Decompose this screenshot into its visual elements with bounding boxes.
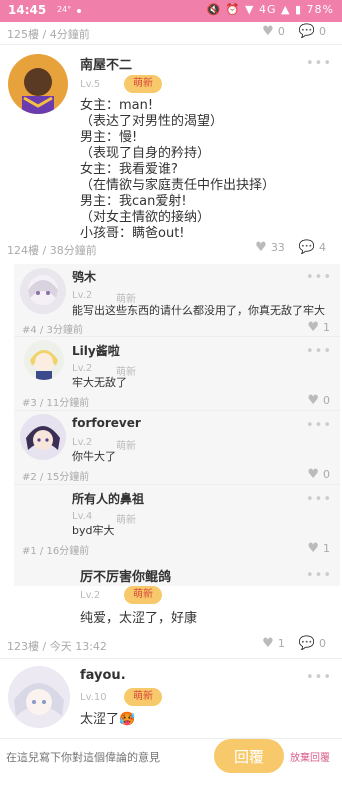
more-options-icon[interactable]: ••• — [306, 56, 332, 71]
post-123-actions: ♥ 1 💬 0 — [262, 636, 326, 651]
comment-input[interactable] — [6, 743, 206, 771]
status-bar: 14:45 24° 🔇 ⏰ ▼ 4G ▲ ▮ 78% — [0, 0, 342, 22]
avatar[interactable] — [24, 340, 64, 380]
divider — [14, 336, 340, 337]
divider — [14, 410, 340, 411]
like-count: 1 — [323, 321, 330, 334]
reply-count: 0 — [319, 25, 326, 38]
reply-icon[interactable]: 💬 — [299, 24, 315, 39]
username[interactable]: 南屋不二 — [80, 54, 132, 73]
post-line: 女主：我看爱谁? — [80, 162, 178, 177]
reply-button[interactable]: 回覆 — [214, 739, 284, 773]
like-count: 1 — [277, 637, 285, 650]
status-tiny-text: 24° — [57, 5, 72, 14]
like-icon[interactable]: ♥ — [262, 24, 274, 39]
divider — [14, 484, 340, 485]
avatar[interactable] — [20, 268, 66, 314]
reply-meta: #2 / 15分鐘前 — [22, 472, 90, 483]
reply-actions: ♥ 0 — [307, 467, 330, 482]
like-icon[interactable]: ♥ — [262, 636, 274, 651]
reply-bar: 回覆 放棄回覆 — [0, 738, 342, 800]
post-125-meta: 125樓 / 4分鐘前 — [7, 28, 90, 41]
post-line: 男主：我can爱射! — [80, 194, 187, 209]
reply-icon[interactable]: 💬 — [299, 636, 315, 651]
user-level: Lv.2 — [72, 363, 93, 374]
more-options-icon[interactable]: ••• — [306, 418, 332, 433]
reply-meta: #4 / 3分鐘前 — [22, 325, 83, 336]
post-line: 男主：慢! — [80, 130, 138, 145]
avatar[interactable] — [8, 54, 68, 114]
user-level: Lv.10 — [80, 692, 107, 703]
notification-dot-icon — [77, 9, 81, 13]
reply-count: 4 — [319, 241, 326, 254]
divider — [0, 658, 342, 659]
user-level: Lv.2 — [72, 437, 93, 448]
newbie-badge: 萌新 — [116, 515, 136, 526]
reply-text: byd牢大 — [72, 524, 115, 537]
user-level: Lv.4 — [72, 511, 93, 522]
user-level: Lv.5 — [80, 79, 101, 90]
like-icon[interactable]: ♥ — [307, 320, 319, 335]
post-body: 纯爱，太涩了，好康 — [80, 611, 198, 626]
username[interactable]: Lily酱啦 — [72, 342, 120, 359]
reply-actions: ♥ 1 — [307, 320, 330, 335]
like-icon[interactable]: ♥ — [307, 467, 319, 482]
reply-count: 0 — [319, 637, 326, 650]
status-time: 14:45 — [8, 3, 47, 17]
post-line: （表现了自身的矜持） — [80, 146, 211, 161]
reply-actions: ♥ 1 — [307, 541, 330, 556]
post-body: 太涩了🥵 — [80, 712, 136, 727]
reply-text: 你牛大了 — [72, 450, 116, 463]
post-123-meta: 123樓 / 今天 13:42 — [7, 640, 107, 653]
user-level: Lv.2 — [72, 290, 93, 301]
post-line: （表达了对男性的渴望） — [80, 114, 224, 129]
post-124-meta: 124樓 / 38分鐘前 — [7, 244, 97, 257]
reply-actions: ♥ 0 — [307, 393, 330, 408]
username[interactable]: forforever — [72, 416, 141, 430]
more-options-icon[interactable]: ••• — [306, 344, 332, 359]
like-count: 0 — [323, 468, 330, 481]
username[interactable]: 所有人的鼻祖 — [72, 490, 144, 507]
reply-meta: #3 / 11分鐘前 — [22, 398, 90, 409]
like-count: 1 — [323, 542, 330, 555]
like-count: 0 — [277, 25, 285, 38]
newbie-badge: 萌新 — [124, 75, 162, 93]
newbie-badge: 萌新 — [116, 441, 136, 452]
username[interactable]: 鸮木 — [72, 268, 96, 285]
username[interactable]: 厉不厉害你鲲鸽 — [80, 566, 171, 585]
divider — [0, 44, 342, 45]
post-line: （在情欲与家庭责任中作出抉择） — [80, 178, 276, 193]
discard-reply-link[interactable]: 放棄回覆 — [290, 749, 330, 764]
reply-text: 牢大无敌了 — [72, 376, 127, 389]
like-icon[interactable]: ♥ — [307, 541, 319, 556]
like-count: 33 — [270, 241, 285, 254]
newbie-badge: 萌新 — [124, 688, 162, 706]
like-icon[interactable]: ♥ — [255, 240, 267, 255]
reply-meta: #1 / 16分鐘前 — [22, 546, 90, 557]
comment-list[interactable]: 125樓 / 4分鐘前 ♥ 0 💬 0 南屋不二 ••• Lv.5 萌新 女主：… — [0, 22, 342, 738]
user-level: Lv.2 — [80, 590, 101, 601]
like-icon[interactable]: ♥ — [307, 393, 319, 408]
like-count: 0 — [323, 394, 330, 407]
newbie-badge: 萌新 — [124, 586, 162, 604]
avatar[interactable] — [8, 666, 70, 728]
post-line: 女主：man! — [80, 98, 154, 113]
more-options-icon[interactable]: ••• — [306, 568, 332, 583]
post-124-actions: ♥ 33 💬 4 — [255, 240, 326, 255]
username[interactable]: fayou. — [80, 668, 126, 683]
more-options-icon[interactable]: ••• — [306, 670, 332, 685]
reply-icon[interactable]: 💬 — [299, 240, 315, 255]
more-options-icon[interactable]: ••• — [306, 492, 332, 507]
status-icons: 🔇 ⏰ ▼ 4G ▲ ▮ 78% — [206, 3, 334, 16]
post-body: 女主：man! （表达了对男性的渴望） 男主：慢! （表现了自身的矜持） 女主：… — [80, 98, 275, 242]
more-options-icon[interactable]: ••• — [306, 270, 332, 285]
avatar[interactable] — [20, 414, 66, 460]
reply-text: 能写出这些东西的请什么都没用了，你真无敌了牢大 — [72, 304, 325, 317]
post-125-actions: ♥ 0 💬 0 — [262, 24, 326, 39]
post-line: （对女主情欲的接纳） — [80, 210, 211, 225]
post-line: 小孩哥：瞒爸out! — [80, 226, 185, 241]
